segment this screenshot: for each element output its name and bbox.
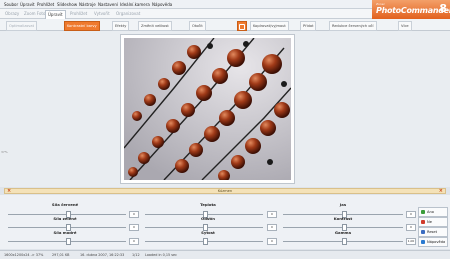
rotate-button[interactable]: Otočit (189, 21, 206, 31)
tab-bar: Obrazy Zoom Foto Úpravit Prohlížet Vytvo… (0, 9, 372, 19)
tab-prohlizet[interactable]: Prohlížet (68, 10, 89, 18)
slider-thumb[interactable] (341, 238, 347, 245)
resize-button[interactable]: Změnit velikost (138, 21, 172, 31)
slider-value[interactable]: 0 (267, 224, 277, 231)
panel-title: Kúzmen (217, 189, 233, 193)
status-file-size: 297,01 KB (52, 253, 70, 257)
slider-label: Kontrast (333, 216, 353, 221)
status-position: 1/12 (132, 253, 140, 257)
slider-label: Gamma (334, 230, 352, 235)
slider-value[interactable]: 0 (267, 238, 277, 245)
menu-nastaveni[interactable]: Nastavení (98, 2, 118, 7)
status-date: 16. dubna 2007, 16:22:33 (80, 253, 125, 257)
slider-label: Jas (339, 202, 347, 207)
slider-value[interactable]: 0 (406, 211, 416, 218)
menu-napoveda[interactable]: Nápověda (152, 2, 172, 7)
slider-label: Síla zelené (53, 216, 77, 221)
status-load-time: Loaded in 0,15 sec (145, 253, 177, 257)
close-icon[interactable]: × (439, 189, 443, 194)
slider-label: Síla modré (53, 230, 77, 235)
slider-label: Síla červené (51, 202, 79, 207)
reset-button[interactable]: Reset (418, 227, 448, 237)
close-icon (421, 220, 425, 224)
slider-value[interactable]: 0 (267, 211, 277, 218)
adjustment-panel: Síla červené 0 Teplota 0 Jas 0 Síla zele… (0, 195, 450, 249)
help-icon (421, 240, 425, 244)
tab-organizovat[interactable]: Organizovat (114, 10, 142, 18)
ok-button[interactable]: Ano (418, 207, 448, 217)
menu-upravit[interactable]: Úpravit (20, 2, 35, 7)
zoom-label: 37% (1, 150, 8, 154)
cancel-button[interactable]: Ne (418, 217, 448, 227)
check-icon (421, 210, 425, 214)
slider-value[interactable]: 0 (129, 238, 139, 245)
slider-value[interactable]: 0 (129, 224, 139, 231)
help-label: Nápověda (427, 240, 446, 244)
reset-icon (421, 230, 425, 234)
copy-cut-button[interactable]: Kopírovat/vyjmout (250, 21, 289, 31)
menu-prohlizet[interactable]: Prohlížet (37, 2, 54, 7)
palette-button[interactable] (237, 21, 247, 31)
status-dimensions: 1600x1200x24 -> 37% (4, 253, 44, 257)
slider-label: Sytost (201, 230, 215, 235)
rosary-photo (124, 38, 291, 180)
palette-icon (239, 24, 245, 30)
panel-header: × Kúzmen × (4, 188, 446, 194)
ok-label: Ano (427, 210, 434, 214)
add-button[interactable]: Přidat (300, 21, 317, 31)
photo-preview[interactable] (120, 34, 295, 184)
tab-upravit[interactable]: Úpravit (45, 10, 66, 19)
effects-button[interactable]: Efekty (112, 21, 130, 31)
menu-idealni-kamera[interactable]: Ideální.kamera (120, 2, 150, 7)
tab-zoom-foto[interactable]: Zoom Foto (22, 10, 47, 18)
tab-vytvorit[interactable]: Vytvořit (92, 10, 112, 18)
brand-version: 8 (439, 2, 447, 15)
contrast-colors-button[interactable]: Kontrastní barvy (64, 21, 100, 31)
slider-value[interactable]: 0 (129, 211, 139, 218)
status-bar: 1600x1200x24 -> 37% 297,01 KB 16. dubna … (0, 250, 450, 259)
more-button[interactable]: Více (398, 21, 412, 31)
slider-value[interactable]: 0 (406, 224, 416, 231)
slider-thumb[interactable] (65, 238, 71, 245)
slider-value[interactable]: 1,00 (406, 238, 416, 245)
app-logo: Zoner PhotoCommander 8 (372, 0, 450, 19)
toolbar: Optimalizovat Kontrastní barvy Efekty Zm… (0, 19, 450, 31)
menu-soubor[interactable]: Soubor (4, 2, 18, 7)
slider-thumb[interactable] (202, 238, 208, 245)
slider-label: Teplota (200, 202, 216, 207)
menu-slideshow[interactable]: Slideshow (57, 2, 77, 7)
tab-obrazy[interactable]: Obrazy (3, 10, 21, 18)
red-eye-button[interactable]: Redukce červených očí (329, 21, 377, 31)
slider-label: Odstín (200, 216, 216, 221)
menu-nastroje[interactable]: Nástroje (79, 2, 96, 7)
optimize-button[interactable]: Optimalizovat (6, 21, 38, 31)
reset-label: Reset (427, 230, 438, 234)
help-button[interactable]: Nápověda (418, 237, 448, 247)
cancel-label: Ne (427, 220, 432, 224)
